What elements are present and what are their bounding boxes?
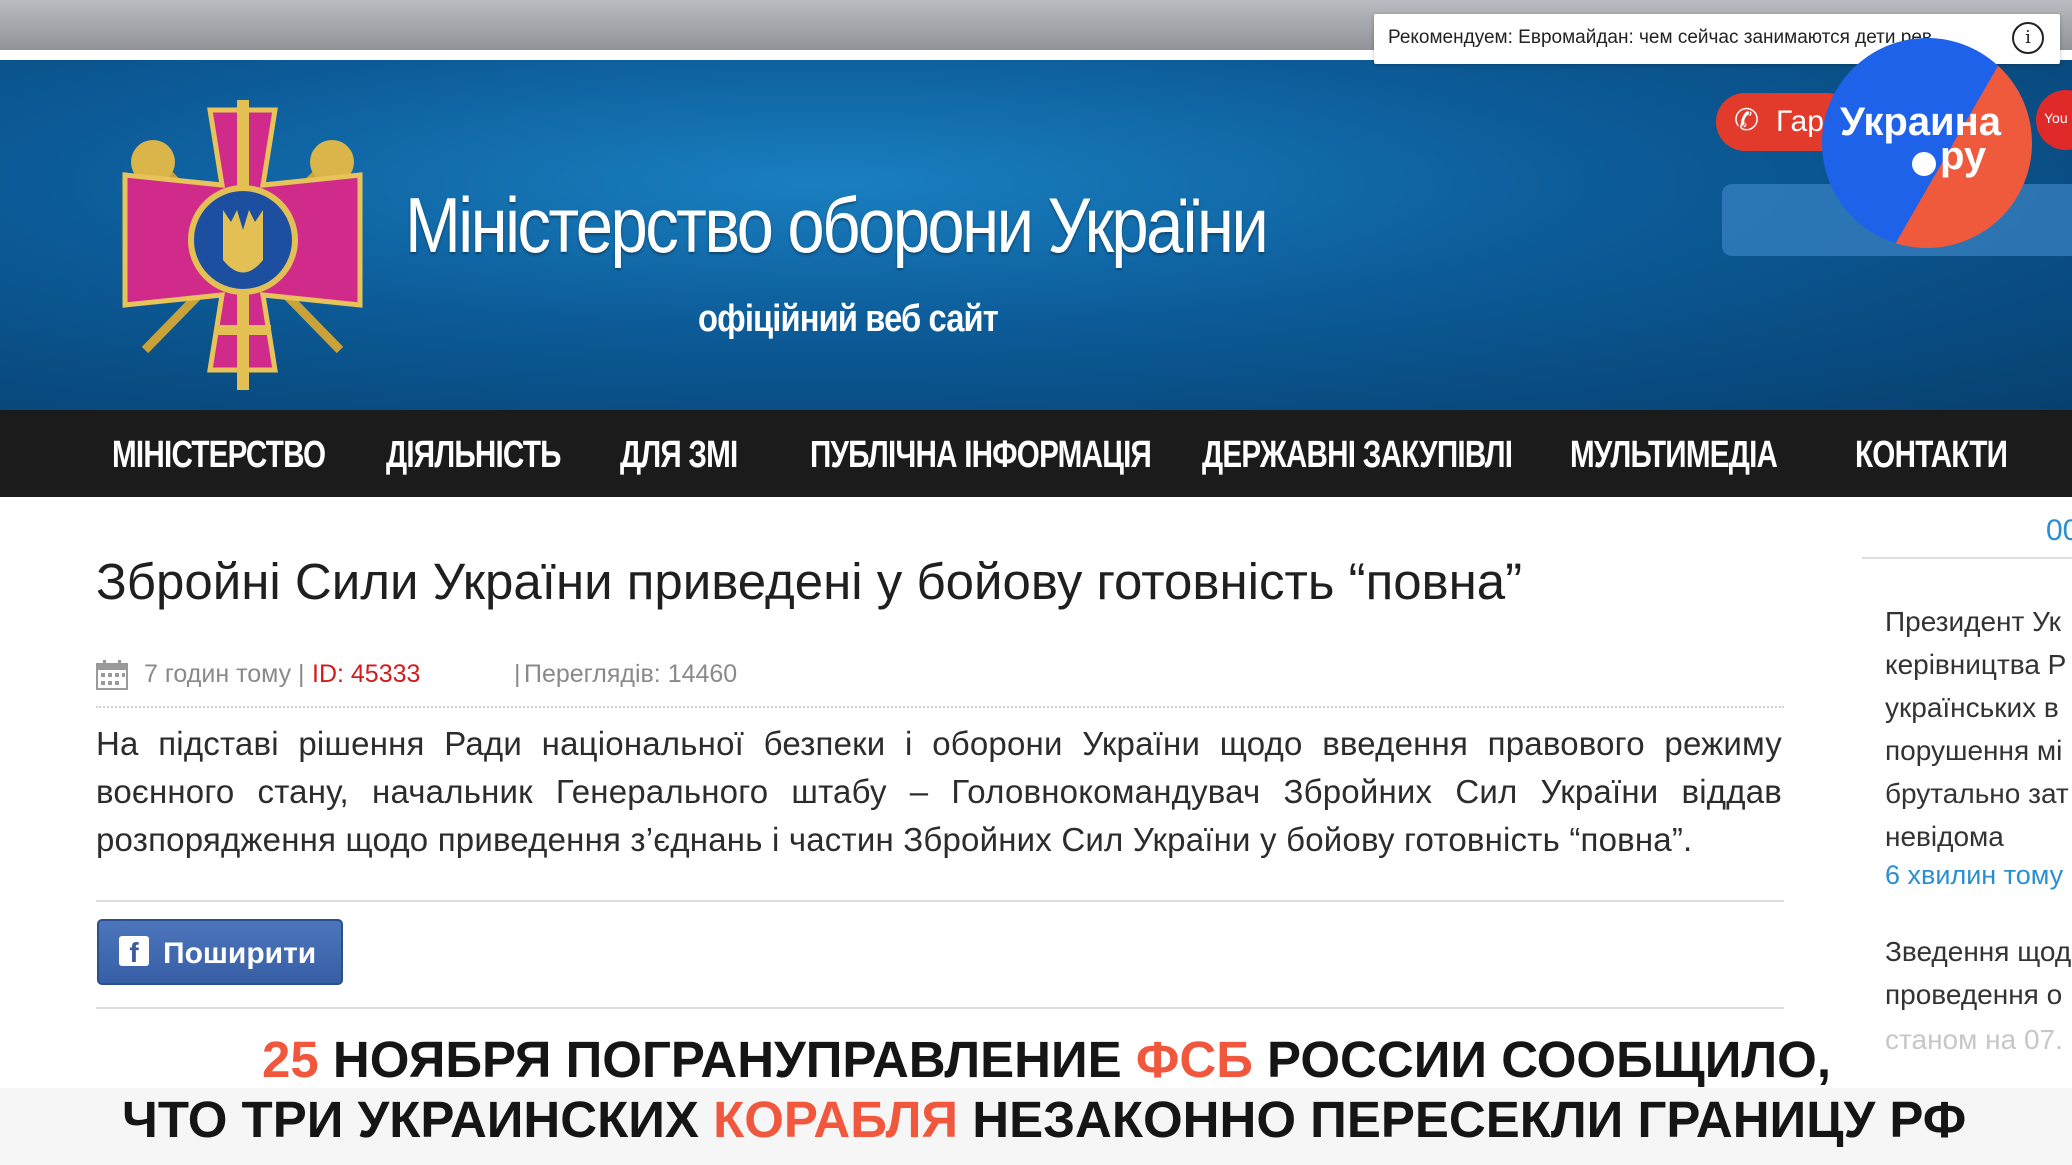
site-subtitle: офіційний веб сайт xyxy=(698,298,999,340)
nav-item-activity[interactable]: ДІЯЛЬНІСТЬ xyxy=(386,434,561,477)
sidebar-tab[interactable]: 00 xyxy=(2046,514,2072,548)
youtube-icon[interactable]: You xyxy=(2036,90,2072,150)
channel-logo-line2: ру xyxy=(1940,134,1987,178)
article-time: 7 годин тому xyxy=(144,660,292,688)
sidebar-news-item[interactable]: Зведення щод проведення о xyxy=(1885,930,2072,1016)
nav-item-contacts[interactable]: КОНТАКТИ xyxy=(1855,434,2008,477)
caption-line-2: ЧТО ТРИ УКРАИНСКИХ КОРАБЛЯ НЕЗАКОННО ПЕР… xyxy=(122,1090,1966,1149)
meta-separator: | xyxy=(514,660,521,688)
info-icon[interactable]: i xyxy=(2012,22,2044,54)
facebook-icon: f xyxy=(119,936,149,968)
youtube-label: You xyxy=(2044,110,2068,126)
caption-segment: НОЯБРЯ ПОГРАНУПРАВЛЕНИЕ xyxy=(318,1031,1136,1088)
article-id: ID: 45333 xyxy=(312,660,421,688)
site-title: Міністерство оборони України xyxy=(405,181,1269,269)
channel-logo: Украина ру xyxy=(1822,38,2032,248)
nav-item-procurement[interactable]: ДЕРЖАВНІ ЗАКУПІВЛІ xyxy=(1202,434,1513,477)
nav-item-ministry[interactable]: МІНІСТЕРСТВО xyxy=(112,434,326,477)
article-body: На підставі рішення Ради національної бе… xyxy=(96,725,1782,858)
sidebar-news-faded: станом на 07. xyxy=(1885,1024,2063,1055)
caption-segment: РОССИИ СООБЩИЛО, xyxy=(1252,1031,1832,1088)
share-divider xyxy=(96,1007,1784,1009)
article-title: Збройні Сили України приведені у бойову … xyxy=(96,553,1523,610)
caption-segment: КОРАБЛЯ xyxy=(713,1091,959,1148)
article-views: Переглядів: 14460 xyxy=(524,660,738,688)
nav-item-public-info[interactable]: ПУБЛІЧНА ІНФОРМАЦІЯ xyxy=(810,434,1152,477)
meta-divider xyxy=(96,706,1784,708)
ministry-emblem-icon[interactable] xyxy=(105,90,380,390)
site-header: Міністерство оборони України офіційний в… xyxy=(0,60,2072,410)
caption-segment: ФСБ xyxy=(1135,1031,1253,1088)
meta-separator: | xyxy=(298,660,305,688)
caption-line-1: 25 НОЯБРЯ ПОГРАНУПРАВЛЕНИЕ ФСБ РОССИИ СО… xyxy=(262,1030,1831,1089)
caption-segment: 25 xyxy=(262,1031,319,1088)
nav-item-multimedia[interactable]: МУЛЬТИМЕДІА xyxy=(1570,434,1778,477)
caption-segment: ЧТО ТРИ УКРАИНСКИХ xyxy=(122,1091,714,1148)
share-label: Поширити xyxy=(163,937,317,970)
facebook-share-button[interactable]: f Поширити xyxy=(97,919,343,985)
channel-logo-dot xyxy=(1912,152,1936,176)
calendar-icon xyxy=(96,660,128,690)
sidebar-news-item[interactable]: Президент Ук керівництва Р українських в… xyxy=(1885,600,2072,858)
caption-segment: НЕЗАКОННО ПЕРЕСЕКЛИ ГРАНИЦУ РФ xyxy=(958,1091,1967,1148)
sidebar-divider xyxy=(1862,557,2072,559)
nav-item-media[interactable]: ДЛЯ ЗМІ xyxy=(620,434,738,477)
body-divider xyxy=(96,900,1784,902)
main-nav: МІНІСТЕРСТВО ДІЯЛЬНІСТЬ ДЛЯ ЗМІ ПУБЛІЧНА… xyxy=(0,410,2072,497)
sidebar-news-time: 6 хвилин тому xyxy=(1885,860,2064,890)
phone-icon: ✆ xyxy=(1734,104,1760,137)
